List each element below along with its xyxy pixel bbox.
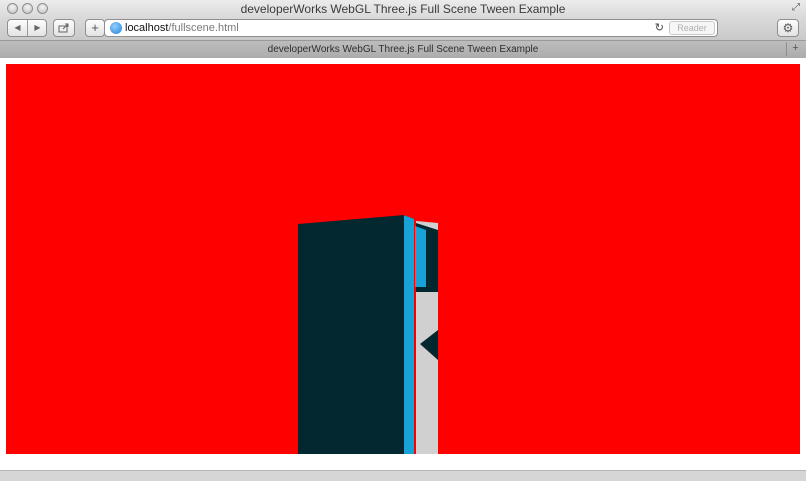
reload-icon[interactable]: ↻	[655, 21, 664, 35]
gear-icon: ⚙	[782, 21, 794, 35]
navigation-buttons: ◀ ▶	[7, 19, 47, 37]
forward-button[interactable]: ▶	[28, 20, 47, 36]
fullscreen-icon[interactable]: ⤢	[792, 2, 800, 14]
tab-active[interactable]: developerWorks WebGL Three.js Full Scene…	[0, 43, 806, 56]
share-icon	[58, 23, 69, 33]
settings-button[interactable]: ⚙	[777, 19, 799, 37]
browser-toolbar: ◀ ▶ + localhost/fullscene.html ↻ Reader …	[0, 18, 806, 40]
window-titlebar: developerWorks WebGL Three.js Full Scene…	[0, 0, 806, 18]
url-host: localhost	[125, 22, 169, 34]
globe-icon	[110, 22, 122, 34]
scene-bevel-cyan	[415, 226, 426, 287]
scene-panel-dark-front	[298, 215, 404, 454]
scene-render	[298, 215, 438, 454]
webgl-canvas[interactable]	[6, 64, 800, 454]
tab-bar: developerWorks WebGL Three.js Full Scene…	[0, 40, 806, 58]
add-bookmark-button[interactable]: +	[85, 19, 105, 37]
scene-panel-cyan-edge	[403, 215, 414, 454]
status-bar	[0, 470, 806, 481]
reader-button[interactable]: Reader	[669, 21, 715, 35]
share-button[interactable]	[53, 19, 75, 37]
window-title: developerWorks WebGL Three.js Full Scene…	[240, 2, 566, 16]
new-tab-button[interactable]: +	[786, 42, 804, 56]
page-content	[0, 58, 806, 481]
url-text[interactable]: localhost/fullscene.html	[125, 21, 239, 35]
back-button[interactable]: ◀	[8, 20, 28, 36]
address-bar[interactable]: localhost/fullscene.html ↻ Reader	[104, 19, 718, 37]
url-path: /fullscene.html	[168, 22, 239, 34]
